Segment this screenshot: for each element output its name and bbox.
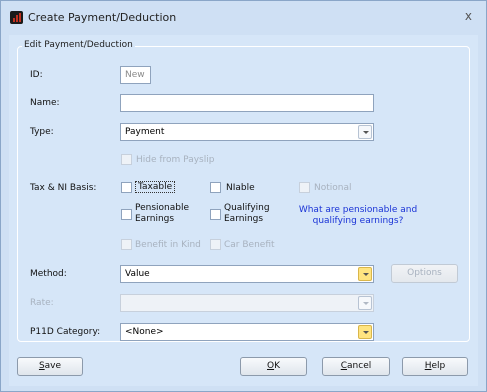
benefit-in-kind-label: Benefit in Kind (135, 240, 201, 250)
ok-label: K (274, 361, 280, 371)
pensionable-line1: Pensionable (135, 203, 190, 213)
name-input[interactable] (120, 94, 374, 112)
type-label: Type: (30, 127, 54, 137)
window-title: Create Payment/Deduction (28, 11, 177, 24)
help-mnemonic: H (424, 361, 432, 371)
tax-ni-basis-label: Tax & NI Basis: (30, 183, 97, 193)
p11d-value: <None> (125, 327, 164, 337)
edit-payment-deduction-group: Edit Payment/Deduction ID: New Name: Typ… (17, 40, 470, 342)
method-value: Value (125, 269, 150, 279)
rate-label: Rate: (30, 298, 54, 308)
qualifying-earnings-checkbox[interactable] (210, 209, 221, 220)
benefit-in-kind-checkbox[interactable] (121, 239, 132, 250)
options-button[interactable]: Options (391, 264, 458, 283)
type-value: Payment (125, 127, 165, 137)
group-legend: Edit Payment/Deduction (22, 40, 135, 50)
help-link-line2: qualifying earnings? (312, 216, 404, 226)
pensionable-earnings-checkbox[interactable] (121, 209, 132, 220)
p11d-category-select[interactable]: <None> (120, 323, 374, 341)
name-label: Name: (30, 98, 60, 108)
taxable-checkbox[interactable] (121, 182, 132, 193)
pensionable-line2: Earnings (135, 214, 175, 224)
pensionable-help-link[interactable]: What are pensionable and qualifying earn… (283, 205, 433, 227)
create-payment-deduction-dialog: Create Payment/Deduction x Edit Payment/… (0, 0, 487, 392)
help-button[interactable]: Help (402, 357, 468, 376)
qualifying-line2: Earnings (224, 214, 264, 224)
pensionable-earnings-label: Pensionable Earnings (135, 203, 189, 225)
niable-checkbox[interactable] (210, 182, 221, 193)
chevron-down-icon[interactable] (358, 267, 372, 281)
qualifying-earnings-label: Qualifying Earnings (224, 203, 270, 225)
notional-label: Notional (314, 183, 352, 193)
method-select[interactable]: Value (120, 265, 374, 283)
title-bar[interactable]: Create Payment/Deduction x (1, 1, 486, 34)
chevron-down-icon[interactable] (358, 125, 372, 139)
dialog-body: Edit Payment/Deduction ID: New Name: Typ… (9, 35, 478, 386)
cancel-button[interactable]: Cancel (322, 357, 390, 376)
qualifying-line1: Qualifying (224, 203, 270, 213)
app-icon (10, 11, 23, 24)
id-field: New (120, 66, 151, 84)
p11d-category-label: P11D Category: (30, 327, 101, 337)
help-label: elp (431, 361, 446, 371)
save-button[interactable]: Save (17, 357, 83, 376)
save-label: ave (44, 361, 62, 371)
cancel-label: ancel (347, 361, 372, 371)
car-benefit-checkbox[interactable] (210, 239, 221, 250)
hide-from-payslip-checkbox[interactable] (121, 154, 132, 165)
niable-label: NIable (226, 183, 255, 193)
ok-button[interactable]: OK (240, 357, 307, 376)
chevron-down-icon[interactable] (358, 325, 372, 339)
type-select[interactable]: Payment (120, 123, 374, 141)
id-label: ID: (30, 70, 43, 80)
notional-checkbox[interactable] (299, 182, 310, 193)
taxable-label: Taxable (135, 181, 176, 193)
close-icon[interactable]: x (465, 9, 472, 23)
car-benefit-label: Car Benefit (224, 240, 275, 250)
help-link-line1: What are pensionable and (298, 205, 418, 215)
method-label: Method: (30, 269, 67, 279)
hide-from-payslip-label: Hide from Payslip (136, 155, 215, 165)
taxable-label-wrap: Taxable (135, 181, 176, 193)
rate-select[interactable] (120, 294, 374, 312)
chevron-down-icon[interactable] (358, 296, 372, 310)
